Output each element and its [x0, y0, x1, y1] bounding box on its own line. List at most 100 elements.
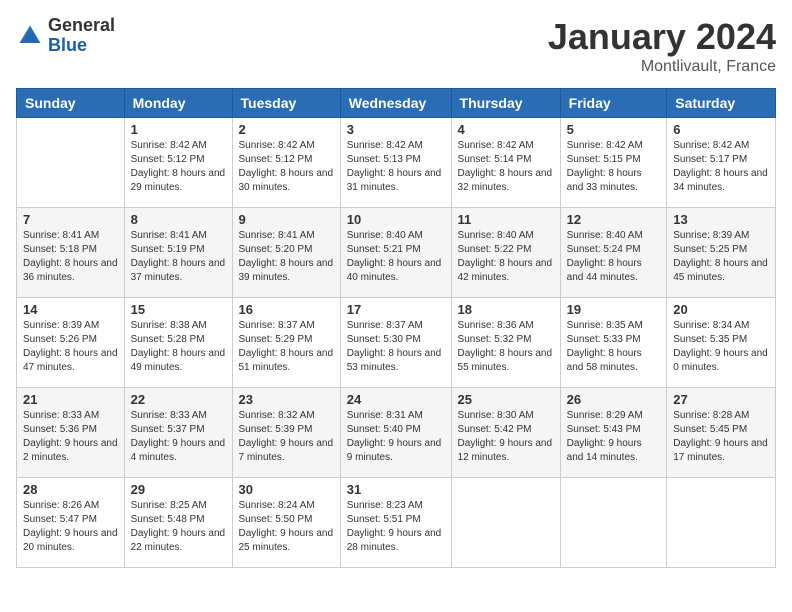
day-info: Sunrise: 8:37 AM Sunset: 5:29 PM Dayligh…: [239, 319, 334, 375]
day-number: 20: [673, 302, 769, 317]
week-row-1: 1 Sunrise: 8:42 AM Sunset: 5:12 PM Daylig…: [17, 118, 776, 208]
header-wednesday: Wednesday: [340, 89, 451, 118]
day-info: Sunrise: 8:41 AM Sunset: 5:19 PM Dayligh…: [131, 229, 226, 285]
logo-blue-text: Blue: [48, 36, 115, 56]
day-info: Sunrise: 8:37 AM Sunset: 5:30 PM Dayligh…: [347, 319, 445, 375]
calendar-cell-w3-d0: 14 Sunrise: 8:39 AM Sunset: 5:26 PM Dayli…: [17, 298, 125, 388]
day-number: 29: [131, 482, 226, 497]
weekday-header-row: Sunday Monday Tuesday Wednesday Thursday…: [17, 89, 776, 118]
day-info: Sunrise: 8:36 AM Sunset: 5:32 PM Dayligh…: [458, 319, 554, 375]
week-row-2: 7Sunrise: 8:41 AM Sunset: 5:18 PM Daylig…: [17, 208, 776, 298]
header-sunday: Sunday: [17, 89, 125, 118]
day-info: Sunrise: 8:42 AM Sunset: 5:12 PM Dayligh…: [131, 139, 226, 195]
location-title: Montlivault, France: [548, 58, 776, 76]
day-number: 16: [239, 302, 334, 317]
day-info: Sunrise: 8:33 AM Sunset: 5:36 PM Dayligh…: [23, 409, 118, 465]
header: General Blue January 2024 Montlivault, F…: [16, 16, 776, 76]
day-number: 10: [347, 212, 445, 227]
logo: General Blue: [16, 16, 115, 56]
day-number: 11: [458, 212, 554, 227]
day-info: Sunrise: 8:35 AM Sunset: 5:33 PM Dayligh…: [567, 319, 661, 375]
day-info: Sunrise: 8:33 AM Sunset: 5:37 PM Dayligh…: [131, 409, 226, 465]
calendar-cell-w3-d2: 16 Sunrise: 8:37 AM Sunset: 5:29 PM Dayli…: [232, 298, 340, 388]
day-number: 1: [131, 122, 226, 137]
day-info: Sunrise: 8:30 AM Sunset: 5:42 PM Dayligh…: [458, 409, 554, 465]
day-number: 7: [23, 212, 118, 227]
calendar-cell-w4-d6: 27Sunrise: 8:28 AM Sunset: 5:45 PM Dayli…: [667, 388, 776, 478]
day-info: Sunrise: 8:42 AM Sunset: 5:14 PM Dayligh…: [458, 139, 554, 195]
day-info: Sunrise: 8:39 AM Sunset: 5:26 PM Dayligh…: [23, 319, 118, 375]
calendar-cell-w1-d2: 2 Sunrise: 8:42 AM Sunset: 5:12 PM Daylig…: [232, 118, 340, 208]
calendar-cell-w5-d3: 31 Sunrise: 8:23 AM Sunset: 5:51 PM Dayli…: [340, 478, 451, 568]
logo-general-text: General: [48, 16, 115, 36]
day-number: 15: [131, 302, 226, 317]
calendar-cell-w2-d5: 12Sunrise: 8:40 AM Sunset: 5:24 PM Dayli…: [560, 208, 667, 298]
day-info: Sunrise: 8:26 AM Sunset: 5:47 PM Dayligh…: [23, 499, 118, 555]
day-number: 9: [239, 212, 334, 227]
title-area: January 2024 Montlivault, France: [548, 16, 776, 76]
day-info: Sunrise: 8:34 AM Sunset: 5:35 PM Dayligh…: [673, 319, 769, 375]
day-number: 26: [567, 392, 661, 407]
logo-icon: [16, 22, 44, 50]
day-info: Sunrise: 8:40 AM Sunset: 5:22 PM Dayligh…: [458, 229, 554, 285]
week-row-3: 14 Sunrise: 8:39 AM Sunset: 5:26 PM Dayli…: [17, 298, 776, 388]
day-number: 22: [131, 392, 226, 407]
day-number: 4: [458, 122, 554, 137]
day-number: 2: [239, 122, 334, 137]
day-number: 8: [131, 212, 226, 227]
calendar-cell-w3-d1: 15 Sunrise: 8:38 AM Sunset: 5:28 PM Dayli…: [124, 298, 232, 388]
header-thursday: Thursday: [451, 89, 560, 118]
day-info: Sunrise: 8:41 AM Sunset: 5:20 PM Dayligh…: [239, 229, 334, 285]
week-row-5: 28 Sunrise: 8:26 AM Sunset: 5:47 PM Dayli…: [17, 478, 776, 568]
calendar-cell-w3-d4: 18 Sunrise: 8:36 AM Sunset: 5:32 PM Dayli…: [451, 298, 560, 388]
day-number: 18: [458, 302, 554, 317]
calendar-cell-w4-d2: 23Sunrise: 8:32 AM Sunset: 5:39 PM Dayli…: [232, 388, 340, 478]
day-info: Sunrise: 8:42 AM Sunset: 5:13 PM Dayligh…: [347, 139, 445, 195]
calendar-cell-w2-d4: 11 Sunrise: 8:40 AM Sunset: 5:22 PM Dayli…: [451, 208, 560, 298]
calendar-cell-w3-d5: 19Sunrise: 8:35 AM Sunset: 5:33 PM Dayli…: [560, 298, 667, 388]
day-number: 25: [458, 392, 554, 407]
day-number: 13: [673, 212, 769, 227]
calendar-cell-w2-d3: 10Sunrise: 8:40 AM Sunset: 5:21 PM Dayli…: [340, 208, 451, 298]
calendar-cell-w5-d4: [451, 478, 560, 568]
day-number: 31: [347, 482, 445, 497]
calendar-cell-w4-d4: 25 Sunrise: 8:30 AM Sunset: 5:42 PM Dayli…: [451, 388, 560, 478]
day-number: 23: [239, 392, 334, 407]
day-info: Sunrise: 8:23 AM Sunset: 5:51 PM Dayligh…: [347, 499, 445, 555]
calendar-cell-w3-d3: 17 Sunrise: 8:37 AM Sunset: 5:30 PM Dayli…: [340, 298, 451, 388]
day-info: Sunrise: 8:42 AM Sunset: 5:15 PM Dayligh…: [567, 139, 661, 195]
day-number: 30: [239, 482, 334, 497]
day-number: 17: [347, 302, 445, 317]
day-info: Sunrise: 8:42 AM Sunset: 5:12 PM Dayligh…: [239, 139, 334, 195]
day-number: 28: [23, 482, 118, 497]
day-number: 21: [23, 392, 118, 407]
calendar-cell-w3-d6: 20 Sunrise: 8:34 AM Sunset: 5:35 PM Dayli…: [667, 298, 776, 388]
calendar-cell-w2-d2: 9 Sunrise: 8:41 AM Sunset: 5:20 PM Daylig…: [232, 208, 340, 298]
day-info: Sunrise: 8:38 AM Sunset: 5:28 PM Dayligh…: [131, 319, 226, 375]
calendar-cell-w1-d5: 5 Sunrise: 8:42 AM Sunset: 5:15 PM Daylig…: [560, 118, 667, 208]
calendar-cell-w1-d1: 1 Sunrise: 8:42 AM Sunset: 5:12 PM Daylig…: [124, 118, 232, 208]
month-title: January 2024: [548, 16, 776, 58]
header-saturday: Saturday: [667, 89, 776, 118]
header-monday: Monday: [124, 89, 232, 118]
calendar-cell-w4-d0: 21 Sunrise: 8:33 AM Sunset: 5:36 PM Dayli…: [17, 388, 125, 478]
day-number: 14: [23, 302, 118, 317]
calendar-cell-w2-d6: 13 Sunrise: 8:39 AM Sunset: 5:25 PM Dayli…: [667, 208, 776, 298]
calendar-cell-w1-d6: 6Sunrise: 8:42 AM Sunset: 5:17 PM Daylig…: [667, 118, 776, 208]
day-info: Sunrise: 8:40 AM Sunset: 5:24 PM Dayligh…: [567, 229, 661, 285]
header-tuesday: Tuesday: [232, 89, 340, 118]
day-info: Sunrise: 8:39 AM Sunset: 5:25 PM Dayligh…: [673, 229, 769, 285]
calendar-cell-w4-d5: 26Sunrise: 8:29 AM Sunset: 5:43 PM Dayli…: [560, 388, 667, 478]
calendar-cell-w1-d0: [17, 118, 125, 208]
day-number: 27: [673, 392, 769, 407]
day-number: 5: [567, 122, 661, 137]
calendar-table: Sunday Monday Tuesday Wednesday Thursday…: [16, 88, 776, 568]
calendar-cell-w1-d4: 4 Sunrise: 8:42 AM Sunset: 5:14 PM Daylig…: [451, 118, 560, 208]
day-number: 3: [347, 122, 445, 137]
week-row-4: 21 Sunrise: 8:33 AM Sunset: 5:36 PM Dayli…: [17, 388, 776, 478]
calendar-cell-w2-d0: 7Sunrise: 8:41 AM Sunset: 5:18 PM Daylig…: [17, 208, 125, 298]
day-number: 24: [347, 392, 445, 407]
calendar-cell-w5-d1: 29Sunrise: 8:25 AM Sunset: 5:48 PM Dayli…: [124, 478, 232, 568]
day-number: 6: [673, 122, 769, 137]
calendar-cell-w5-d5: [560, 478, 667, 568]
